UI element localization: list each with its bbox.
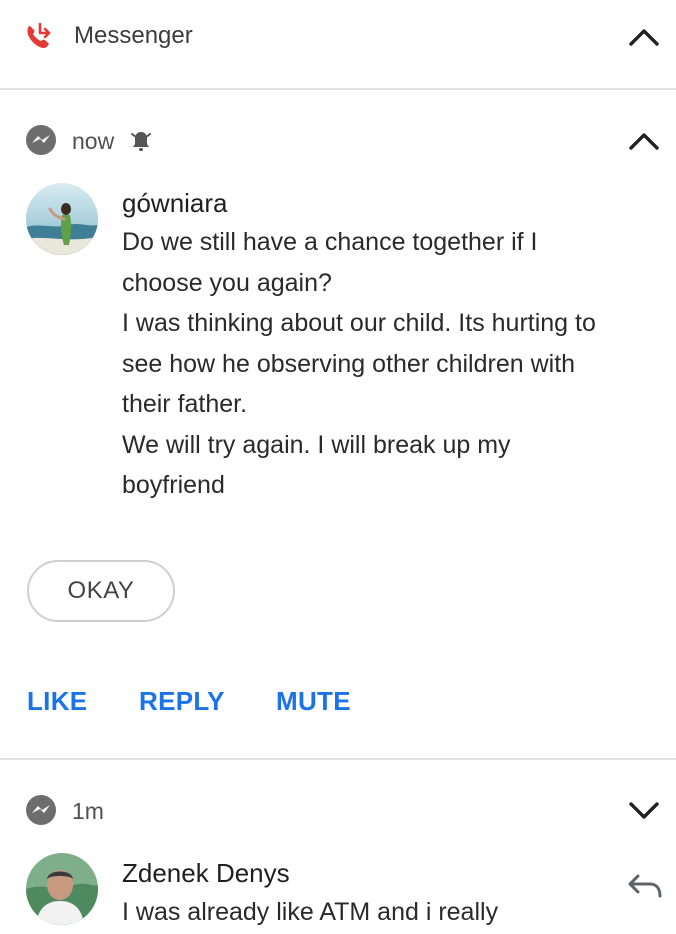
missed-call-icon xyxy=(22,20,56,54)
notification-time: 1m xyxy=(72,798,104,824)
message-line: I was thinking about our child. Its hurt… xyxy=(122,309,596,337)
divider xyxy=(0,758,676,760)
divider xyxy=(0,88,676,90)
message-line: We will try again. I will break up my xyxy=(122,430,511,459)
message-line: choose you again? xyxy=(122,268,332,297)
message-line: their father. xyxy=(122,390,248,418)
message-line: Do we still have a chance together if I xyxy=(122,228,538,256)
expand-notification-chevron-down-icon[interactable] xyxy=(627,800,661,822)
message-body: Do we still have a chance together if I … xyxy=(122,222,662,506)
reply-arrow-icon[interactable] xyxy=(626,870,664,902)
sender-name: gówniara xyxy=(122,188,228,218)
avatar xyxy=(26,853,98,925)
bell-off-icon xyxy=(128,128,154,154)
message-line: see how he observing other children with xyxy=(122,349,576,378)
sender-name: Zdenek Denys xyxy=(122,858,290,888)
message-line: I was already like ATM and i really xyxy=(122,898,499,926)
mute-action-button[interactable]: MUTE xyxy=(276,684,351,718)
notification-time: now xyxy=(72,128,115,154)
avatar xyxy=(26,183,98,255)
okay-quick-reply-button[interactable]: OKAY xyxy=(27,560,175,622)
messenger-icon xyxy=(25,794,57,826)
message-line: boyfriend xyxy=(122,471,225,499)
reply-action-button[interactable]: REPLY xyxy=(139,684,225,718)
collapse-notification-chevron-up-icon[interactable] xyxy=(627,130,661,152)
messenger-icon xyxy=(25,124,57,156)
app-title: Messenger xyxy=(74,22,193,49)
message-body: I was already like ATM and i really xyxy=(122,892,662,933)
like-action-button[interactable]: LIKE xyxy=(27,684,87,718)
collapse-group-chevron-up-icon[interactable] xyxy=(627,26,661,48)
